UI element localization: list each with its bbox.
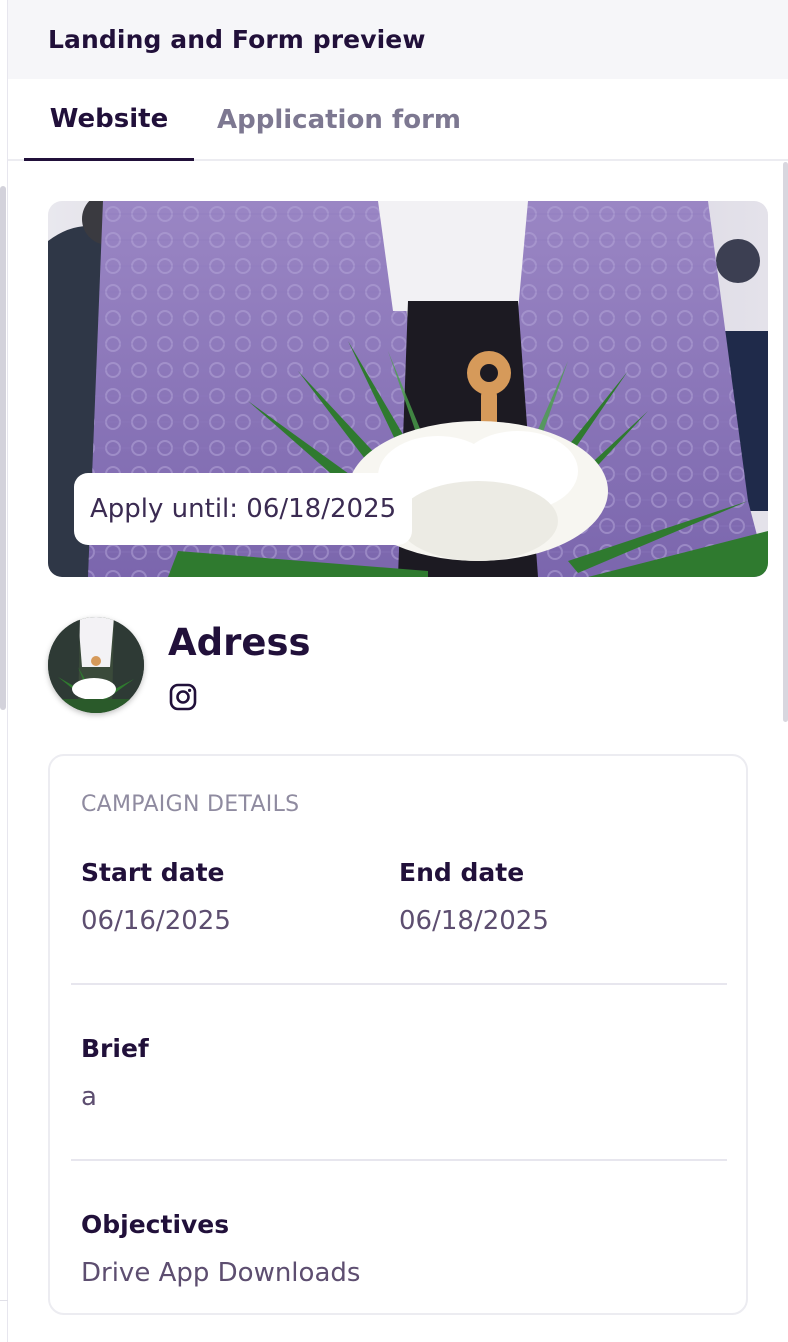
avatar-photo bbox=[48, 617, 144, 713]
avatar bbox=[48, 617, 144, 713]
end-date-label: End date bbox=[399, 858, 525, 887]
instagram-icon[interactable] bbox=[169, 683, 197, 711]
start-date-label: Start date bbox=[81, 858, 225, 887]
divider bbox=[71, 983, 727, 985]
right-scrollbar-thumb[interactable] bbox=[783, 162, 788, 722]
preview-panel: Landing and Form preview Website Applica… bbox=[0, 0, 788, 1342]
left-scrollbar-thumb[interactable] bbox=[0, 186, 6, 710]
preview-tabs: Website Application form bbox=[8, 79, 788, 161]
objectives-value: Drive App Downloads bbox=[81, 1258, 361, 1288]
card-title: CAMPAIGN DETAILS bbox=[81, 792, 300, 817]
brief-label: Brief bbox=[81, 1034, 149, 1063]
panel-header: Landing and Form preview bbox=[8, 0, 788, 79]
panel-title: Landing and Form preview bbox=[48, 25, 426, 54]
start-date-value: 06/16/2025 bbox=[81, 906, 231, 936]
campaign-details-card: CAMPAIGN DETAILS Start date 06/16/2025 E… bbox=[48, 754, 748, 1315]
tab-website[interactable]: Website bbox=[24, 79, 194, 161]
profile-name: Adress bbox=[168, 621, 311, 664]
hero-image: Apply until: 06/18/2025 bbox=[48, 201, 768, 577]
divider bbox=[0, 1300, 8, 1301]
divider bbox=[71, 1159, 727, 1161]
tab-application-form[interactable]: Application form bbox=[214, 79, 464, 161]
profile-header: Adress bbox=[48, 617, 748, 717]
objectives-label: Objectives bbox=[81, 1210, 230, 1239]
left-scrollbar-track[interactable] bbox=[0, 0, 8, 1342]
end-date-value: 06/18/2025 bbox=[399, 906, 549, 936]
apply-until-badge: Apply until: 06/18/2025 bbox=[74, 473, 413, 545]
brief-value: a bbox=[81, 1082, 97, 1112]
